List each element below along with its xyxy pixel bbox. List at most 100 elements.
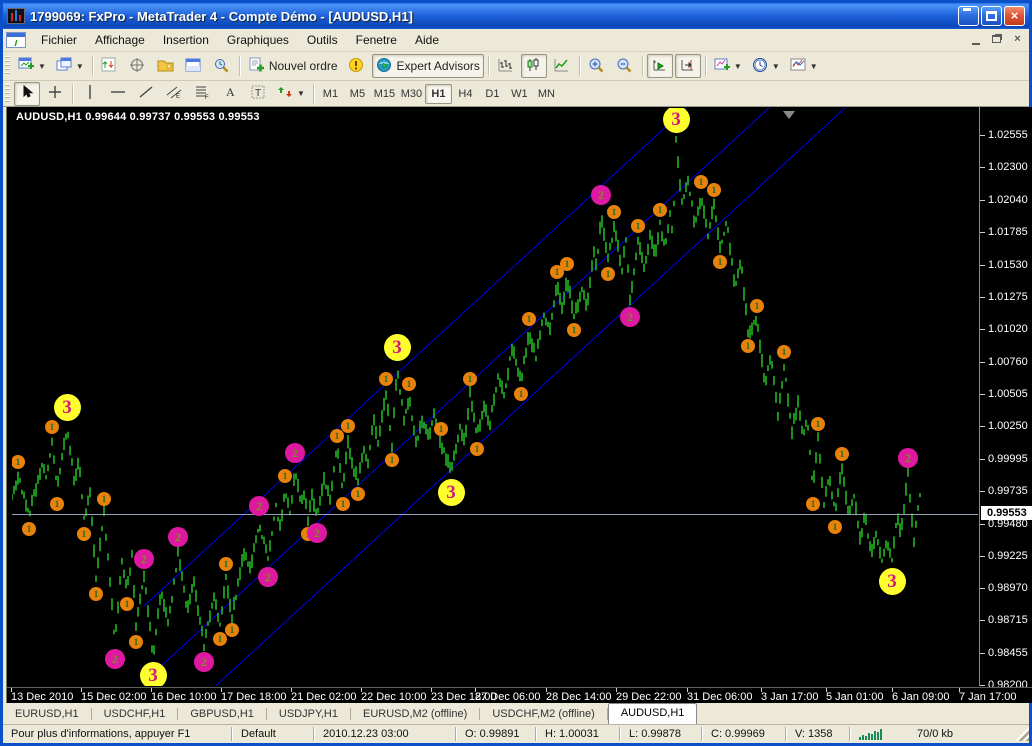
semafor-level3-marker: 3 [438,479,465,506]
zoom-out-button[interactable] [612,54,638,78]
resize-grip[interactable] [1015,727,1029,741]
zoom-in-button[interactable] [584,54,610,78]
semafor-level1-marker: 1 [514,387,528,401]
chart-tab-eurusd-offline[interactable]: EURUSD,M2 (offline) [351,705,479,724]
price-axis[interactable]: 1.025551.023001.020401.017851.015301.012… [979,107,1032,686]
mdi-close-button[interactable]: × [1009,33,1026,48]
crosshair-button[interactable] [42,82,68,106]
auto-scroll-button[interactable] [647,54,673,78]
current-price-line [12,514,978,515]
toolbar-grip[interactable] [5,84,10,104]
menu-insertion[interactable]: Insertion [154,30,218,50]
timeframe-h1-button[interactable]: H1 [425,84,452,104]
trendline-button[interactable] [133,82,159,106]
fibonacci-button[interactable]: F [189,82,215,106]
cursor-button[interactable] [14,82,40,106]
market-watch-button[interactable] [97,54,123,78]
time-axis-label: 27 Dec 06:00 [475,691,540,703]
expert-advisors-button[interactable]: Expert Advisors [372,54,484,78]
trendline-icon [138,84,155,103]
mdi-restore-button[interactable] [989,33,1006,48]
chart-tab-eurusd[interactable]: EURUSD,H1 [3,705,91,724]
chart-shift-marker-icon[interactable] [783,111,795,119]
chart-tab-usdchf-offline[interactable]: USDCHF,M2 (offline) [480,705,607,724]
menu-fichier[interactable]: Fichier [32,30,86,50]
data-window-button[interactable] [125,54,151,78]
chart-tab-usdchf[interactable]: USDCHF,H1 [92,705,178,724]
close-button[interactable]: × [1004,6,1025,26]
menu-fenetre[interactable]: Fenetre [347,30,406,50]
time-axis-label: 3 Jan 17:00 [761,691,819,703]
chart-plot-area[interactable]: AUDUSD,H1 0.99644 0.99737 0.99553 0.9955… [12,108,978,686]
new-chart-button[interactable]: ▼ [14,54,50,78]
semafor-level1-marker: 1 [741,339,755,353]
status-profile[interactable]: Default [233,726,313,742]
vertical-line-icon [82,84,99,103]
time-axis[interactable]: 13 Dec 201015 Dec 02:0016 Dec 10:0017 De… [7,687,1032,703]
indicators-button[interactable]: ▼ [710,54,746,78]
status-close: C: 0.99969 [703,726,785,742]
timeframe-d1-button[interactable]: D1 [479,84,506,104]
periods-button[interactable]: ▼ [748,54,784,78]
vertical-line-button[interactable] [77,82,103,106]
terminal-button[interactable] [181,54,207,78]
price-axis-label: 1.00760 [988,356,1028,368]
timeframe-h4-button[interactable]: H4 [452,84,479,104]
semafor-level1-marker: 1 [341,419,355,433]
text-label-button[interactable]: T [245,82,271,106]
semafor-level1-marker: 1 [607,205,621,219]
menu-graphiques[interactable]: Graphiques [218,30,298,50]
timeframe-w1-button[interactable]: W1 [506,84,533,104]
mdi-minimize-button[interactable] [969,33,986,48]
timeframe-m5-button[interactable]: M5 [344,84,371,104]
timeframe-m30-button[interactable]: M30 [398,84,425,104]
semafor-level1-marker: 1 [402,377,416,391]
profiles-button[interactable]: ▼ [52,54,88,78]
chart-shift-button[interactable] [675,54,701,78]
price-axis-label: 1.00250 [988,420,1028,432]
arrow-tools-button[interactable]: ▼ [273,82,309,106]
menu-outils[interactable]: Outils [298,30,347,50]
chart-candlesticks-button[interactable] [521,54,547,78]
chevron-down-icon: ▼ [734,62,742,71]
minimize-button[interactable] [958,6,979,26]
chart-line-button[interactable] [549,54,575,78]
channel-line-upper [144,108,971,606]
market-watch-icon [101,57,118,76]
price-chart-canvas [12,108,978,686]
metaeditor-button[interactable] [344,54,370,78]
chart-window-icon[interactable] [6,32,26,48]
semafor-level2-marker: 2 [258,567,278,587]
semafor-level1-marker: 1 [567,323,581,337]
periods-icon [752,57,769,76]
toolbar-grip[interactable] [5,56,10,76]
price-axis-label: 0.99735 [988,485,1028,497]
timeframe-m1-button[interactable]: M1 [317,84,344,104]
new-order-button[interactable]: Nouvel ordre [244,54,342,78]
channel-line-lower [144,108,971,686]
timeframe-mn-button[interactable]: MN [533,84,560,104]
templates-button[interactable]: ▼ [786,54,822,78]
time-axis-label: 21 Dec 02:00 [291,691,356,703]
horizontal-line-button[interactable] [105,82,131,106]
semafor-level1-marker: 1 [828,520,842,534]
time-axis-label: 7 Jan 17:00 [959,691,1017,703]
semafor-level1-marker: 1 [470,442,484,456]
maximize-button[interactable] [981,6,1002,26]
chart-tab-usdjpy[interactable]: USDJPY,H1 [267,705,350,724]
navigator-icon [157,57,174,76]
semafor-level1-marker: 1 [278,469,292,483]
semafor-level2-marker: 2 [168,527,188,547]
text-button[interactable]: A [217,82,243,106]
timeframe-m15-button[interactable]: M15 [371,84,398,104]
strategy-tester-button[interactable] [209,54,235,78]
menu-affichage[interactable]: Affichage [86,30,154,50]
chart-bars-button[interactable] [493,54,519,78]
equidistant-channel-button[interactable]: E [161,82,187,106]
standard-toolbar: ▼▼Nouvel ordreExpert Advisors▼▼▼ [3,52,1029,81]
semafor-level1-marker: 1 [379,372,393,386]
menu-aide[interactable]: Aide [406,30,448,50]
chart-tab-gbpusd[interactable]: GBPUSD,H1 [178,705,266,724]
chart-tab-audusd[interactable]: AUDUSD,H1 [608,703,698,724]
navigator-button[interactable] [153,54,179,78]
